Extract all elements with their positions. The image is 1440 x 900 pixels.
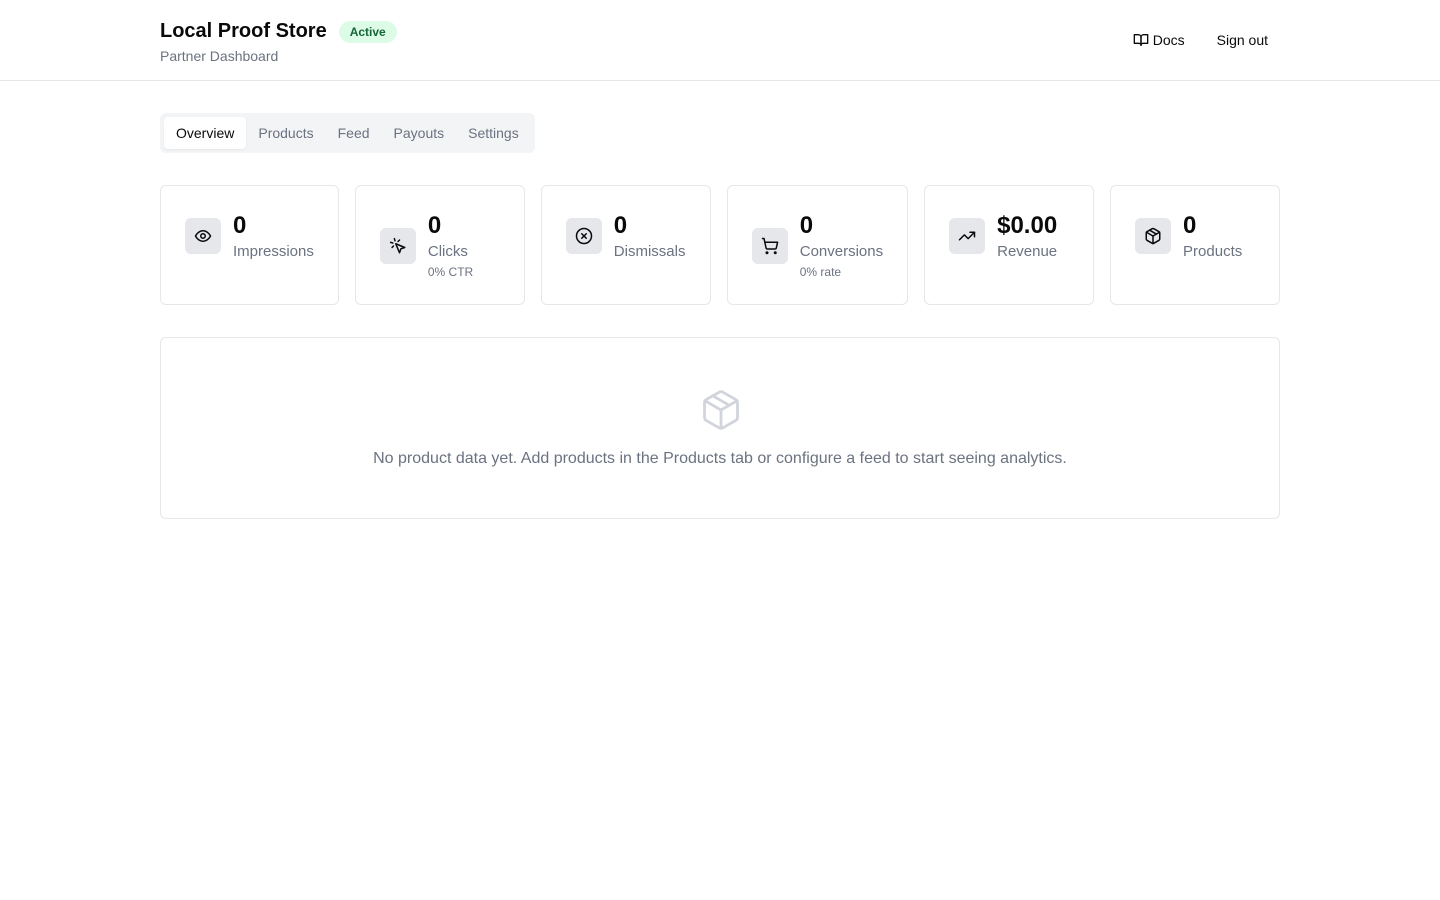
stat-label: Conversions <box>799 243 884 260</box>
page-subtitle: Partner Dashboard <box>160 48 279 64</box>
stat-card-products: 0 Products <box>1110 185 1280 305</box>
brand-block: Local Proof Store Active Partner Dashboa… <box>160 18 397 65</box>
stat-icon-box <box>379 228 416 264</box>
tab-bar: Overview Products Feed Payouts Settings <box>160 113 535 153</box>
stat-text: 0 Dismissals <box>614 212 686 262</box>
stat-label: Revenue <box>997 243 1058 260</box>
stat-icon-box <box>1135 218 1172 254</box>
eye-icon <box>194 230 212 242</box>
stat-card-conversions: 0 Conversions 0% rate <box>726 185 909 305</box>
empty-state-card: No product data yet. Add products in the… <box>160 337 1280 519</box>
x-circle-icon <box>575 227 593 245</box>
empty-state-message: No product data yet. Add products in the… <box>373 450 1067 467</box>
stat-icon-box <box>565 218 602 254</box>
stat-text: 0 Impressions <box>233 212 314 262</box>
stat-text: 0 Clicks 0% CTR <box>428 212 473 280</box>
stat-card-impressions: 0 Impressions <box>160 185 339 305</box>
status-badge: Active <box>338 21 397 43</box>
pointer-click-icon <box>389 237 406 254</box>
stat-icon-box <box>185 218 221 254</box>
stat-value: 0 <box>1183 212 1197 239</box>
stat-subtext: 0% rate <box>799 265 842 279</box>
brand-row: Local Proof Store Active <box>160 18 397 43</box>
stat-card-revenue: $0.00 Revenue <box>924 185 1095 305</box>
shopping-cart-icon <box>761 237 779 255</box>
book-open-icon <box>1133 34 1149 46</box>
trending-up-icon <box>958 231 976 241</box>
sign-out-label: Sign out <box>1216 32 1268 48</box>
tab-settings[interactable]: Settings <box>456 117 531 149</box>
stat-text: $0.00 Revenue <box>997 212 1057 262</box>
stat-card-clicks: 0 Clicks 0% CTR <box>354 185 525 305</box>
stat-icon-box <box>949 218 986 254</box>
stat-label: Clicks <box>427 243 468 260</box>
docs-button[interactable]: Docs <box>1121 28 1197 52</box>
stat-value: 0 <box>233 212 247 239</box>
stat-text: 0 Conversions 0% rate <box>800 212 883 280</box>
package-icon <box>1145 227 1161 245</box>
stat-value: 0 <box>427 212 442 239</box>
stat-text: 0 Products <box>1183 212 1242 262</box>
stat-icon-box <box>751 228 788 264</box>
sign-out-button[interactable]: Sign out <box>1205 28 1280 52</box>
stats-row: 0 Impressions 0 Clicks 0% CTR 0 Dismissa… <box>160 185 1280 305</box>
stat-label: Products <box>1183 243 1243 260</box>
stat-label: Impressions <box>233 243 314 260</box>
stat-value: 0 <box>613 212 628 239</box>
tab-products[interactable]: Products <box>246 117 325 149</box>
stat-label: Dismissals <box>613 243 686 260</box>
package-icon <box>703 390 739 430</box>
stat-value: $0.00 <box>997 212 1058 239</box>
top-header: Local Proof Store Active Partner Dashboa… <box>0 0 1440 81</box>
stat-value: 0 <box>799 212 814 239</box>
docs-label: Docs <box>1152 32 1185 48</box>
tab-feed[interactable]: Feed <box>326 117 382 149</box>
header-actions: Docs Sign out <box>1121 28 1280 52</box>
tab-payouts[interactable]: Payouts <box>382 117 457 149</box>
stat-subtext: 0% CTR <box>427 265 474 279</box>
tab-overview[interactable]: Overview <box>164 117 247 149</box>
store-name: Local Proof Store <box>160 19 327 42</box>
stat-card-dismissals: 0 Dismissals <box>540 185 711 305</box>
